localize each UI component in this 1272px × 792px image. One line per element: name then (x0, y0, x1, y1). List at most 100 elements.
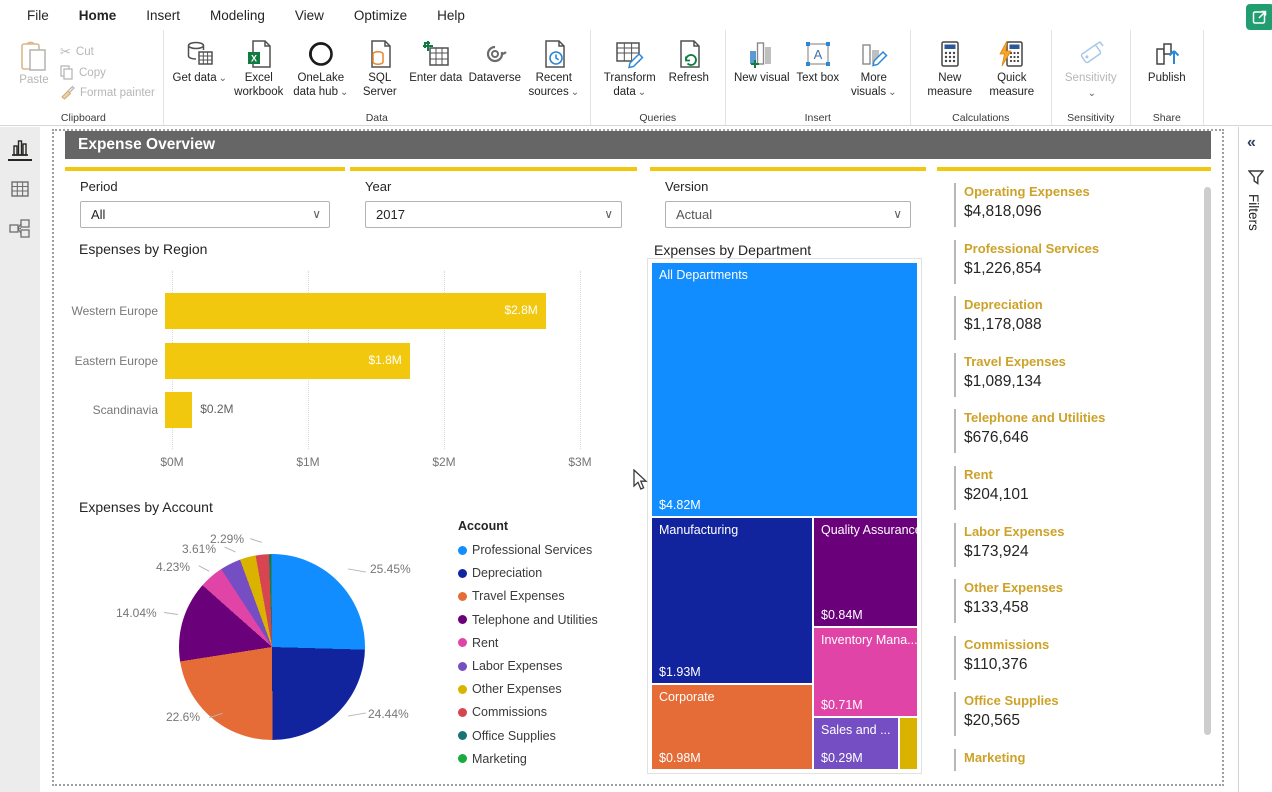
treemap-tile-inventory-mana[interactable]: Inventory Mana...$0.71M (814, 628, 917, 716)
treemap-tile-sales-and[interactable]: Sales and ...$0.29M (814, 718, 898, 769)
table-plus-icon (421, 36, 451, 72)
dataverse-button[interactable]: Dataverse (464, 36, 526, 86)
mouse-cursor (632, 469, 652, 491)
legend-title: Account (458, 519, 648, 533)
paste-button[interactable]: Paste (12, 38, 56, 88)
bar-row-scandinavia: Scandinavia$0.2M (65, 392, 600, 428)
bar[interactable] (165, 392, 192, 428)
bar[interactable]: $1.8M (165, 343, 410, 379)
slicer-period-dropdown[interactable]: All∨ (80, 201, 330, 228)
report-view-button[interactable] (8, 137, 32, 161)
slicer-accent-bar (65, 167, 345, 171)
bar-row-eastern-europe: Eastern Europe$1.8M (65, 343, 600, 379)
get-data-button[interactable]: Get data⌄ (172, 36, 228, 86)
copy-button[interactable]: Copy (60, 65, 155, 80)
legend-label: Telephone and Utilities (472, 613, 598, 627)
menu-insert[interactable]: Insert (131, 8, 195, 23)
chevron-down-icon: ⌄ (571, 87, 579, 98)
filters-pane-label[interactable]: Filters (1246, 194, 1261, 231)
enter-data-button[interactable]: Enter data (408, 36, 464, 86)
metric-title: Marketing (964, 750, 1189, 765)
legend-item-telephone-and-utilities[interactable]: Telephone and Utilities (458, 613, 598, 627)
refresh-icon (674, 36, 704, 72)
legend-item-office-supplies[interactable]: Office Supplies (458, 729, 556, 743)
share-report-icon[interactable] (1246, 4, 1272, 30)
more-visuals-button[interactable]: More visuals⌄ (846, 36, 902, 100)
treemap-tile-corporate[interactable]: Corporate$0.98M (652, 685, 812, 769)
model-view-button[interactable] (8, 217, 32, 241)
transform-data-button[interactable]: Transform data⌄ (599, 36, 661, 100)
expenses-by-region-chart[interactable]: $0M$1M$2M$3MWestern Europe$2.8MEastern E… (65, 259, 637, 474)
publish-button[interactable]: Publish (1139, 36, 1195, 86)
legend-item-other-expenses[interactable]: Other Expenses (458, 682, 562, 696)
menu-bar: FileHomeInsertModelingViewOptimizeHelp (0, 0, 1272, 30)
metric-value: $173,924 (964, 543, 1189, 561)
metric-telephone-and-utilities: Telephone and Utilities$676,646 (954, 409, 1189, 453)
pie-callout-line (250, 538, 262, 543)
ribbon-group-queries: Transform data⌄ Refresh Queries (591, 30, 726, 125)
publish-icon (1152, 36, 1182, 72)
paste-label: Paste (19, 74, 48, 88)
treemap-tile-all-departments[interactable]: All Departments$4.82M (652, 263, 917, 516)
menu-file[interactable]: File (12, 8, 64, 23)
slicer-year: Year 2017∨ (350, 167, 637, 228)
refresh-button[interactable]: Refresh (661, 36, 717, 86)
recent-sources-button[interactable]: Recent sources⌄ (526, 36, 582, 100)
metric-other-expenses: Other Expenses$133,458 (954, 579, 1189, 623)
menu-home[interactable]: Home (64, 8, 132, 23)
bar[interactable]: $2.8M (165, 293, 546, 329)
view-rail (0, 127, 40, 792)
legend-item-travel-expenses[interactable]: Travel Expenses (458, 589, 565, 603)
legend-item-professional-services[interactable]: Professional Services (458, 543, 592, 557)
slicer-accent-bar (650, 167, 926, 171)
metric-marketing: Marketing (954, 749, 1189, 771)
new-measure-button[interactable]: New measure (919, 36, 981, 100)
filter-funnel-icon[interactable] (1248, 170, 1264, 185)
treemap-tile-manufacturing[interactable]: Manufacturing$1.93M (652, 518, 812, 683)
expenses-by-account-pie[interactable] (179, 554, 365, 740)
sql-server-button[interactable]: SQL Server (352, 36, 408, 100)
treemap-tile-label: Sales and ... (814, 718, 898, 737)
slicer-year-dropdown[interactable]: 2017∨ (365, 201, 622, 228)
svg-text:A: A (813, 47, 822, 62)
pie-callout-label: 4.23% (156, 560, 190, 574)
group-label-clipboard: Clipboard (4, 112, 163, 124)
group-label-insert: Insert (726, 112, 910, 124)
menu-view[interactable]: View (280, 8, 339, 23)
slicer-version-dropdown[interactable]: Actual∨ (665, 201, 911, 228)
legend-item-commissions[interactable]: Commissions (458, 705, 547, 719)
new-visual-button[interactable]: New visual (734, 36, 790, 86)
treemap-tile-label: Corporate (652, 685, 812, 704)
cut-button[interactable]: ✂ Cut (60, 44, 155, 60)
group-label-sensitivity: Sensitivity (1052, 112, 1130, 124)
slicer-version: Version Actual∨ (650, 167, 926, 228)
legend-item-labor-expenses[interactable]: Labor Expenses (458, 659, 562, 673)
collapse-pane-button[interactable]: « (1247, 134, 1256, 152)
metric-value: $1,226,854 (964, 260, 1189, 278)
menu-optimize[interactable]: Optimize (339, 8, 422, 23)
ribbon-group-data: Get data⌄ X Excel workbook OneLake data … (164, 30, 591, 125)
metric-value: $204,101 (964, 486, 1189, 504)
treemap-tile-quality-assurance[interactable]: Quality Assurance$0.84M (814, 518, 917, 626)
excel-workbook-button[interactable]: X Excel workbook (228, 36, 290, 100)
pie-callout-label: 24.44% (368, 707, 409, 721)
chevron-down-icon: ⌄ (219, 73, 227, 84)
quick-measure-button[interactable]: Quick measure (981, 36, 1043, 100)
legend-item-depreciation[interactable]: Depreciation (458, 566, 542, 580)
slicer-year-label: Year (365, 179, 637, 194)
sensitivity-button[interactable]: Sensitivity ⌄ (1060, 36, 1122, 99)
treemap-tile-small[interactable] (900, 718, 917, 769)
format-painter-button[interactable]: Format painter (60, 85, 155, 100)
legend-item-marketing[interactable]: Marketing (458, 752, 527, 766)
metric-value: $1,178,088 (964, 316, 1189, 334)
text-box-button[interactable]: A Text box (790, 36, 846, 86)
metrics-scrollbar[interactable] (1204, 187, 1211, 735)
treemap-tile-label: Quality Assurance (814, 518, 917, 537)
pie-callout-line (198, 565, 209, 572)
menu-modeling[interactable]: Modeling (195, 8, 280, 23)
legend-item-rent[interactable]: Rent (458, 636, 498, 650)
menu-help[interactable]: Help (422, 8, 480, 23)
legend-dot (458, 754, 467, 763)
data-view-button[interactable] (8, 177, 32, 201)
onelake-data-hub-button[interactable]: OneLake data hub⌄ (290, 36, 352, 100)
